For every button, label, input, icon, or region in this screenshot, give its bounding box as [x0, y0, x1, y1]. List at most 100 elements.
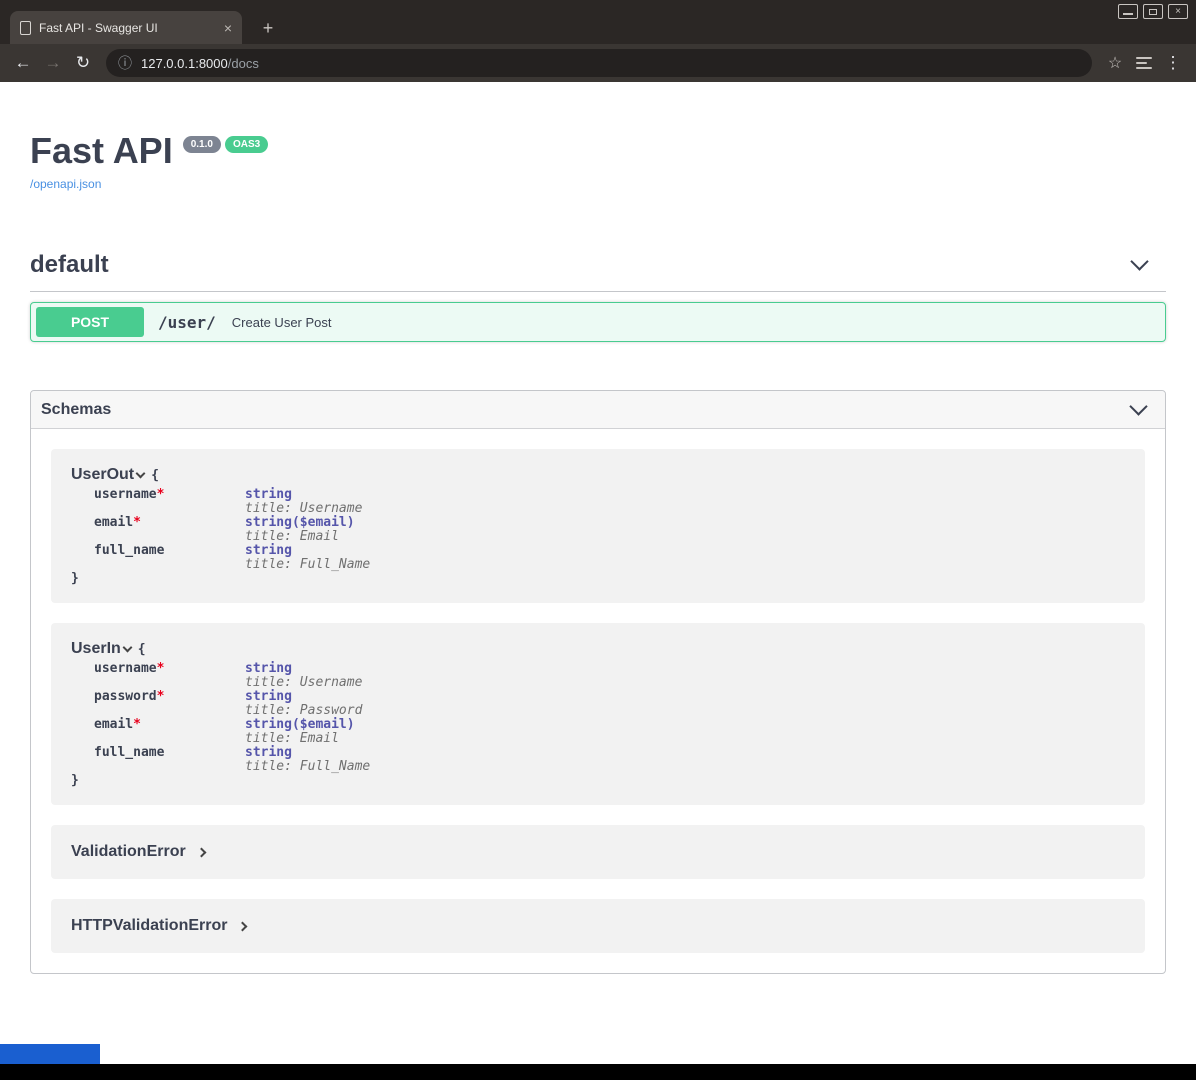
property-name: full_name: [94, 543, 164, 558]
api-info: Fast API 0.1.0 OAS3 /openapi.json: [30, 132, 1166, 193]
browser-toolbar: ← → ↻ ⓘ 127.0.0.1:8000/docs ☆ ⋮: [0, 44, 1196, 82]
model-title: UserIn: [71, 640, 121, 658]
property-title: title: Password: [245, 704, 362, 718]
property-list: username* string title: Username email* …: [71, 488, 1125, 572]
model-userin-header[interactable]: UserIn {: [71, 640, 1125, 658]
property-row: username* string title: Username: [71, 488, 1125, 516]
property-type: string: [245, 690, 362, 704]
opblock-post-user[interactable]: POST /user/ Create User Post: [30, 302, 1166, 342]
required-asterisk: *: [157, 661, 165, 676]
required-asterisk: *: [133, 515, 141, 530]
property-title: title: Full_Name: [245, 760, 370, 774]
info-icon[interactable]: ⓘ: [118, 53, 132, 73]
required-asterisk: *: [157, 487, 165, 502]
tag-section-default[interactable]: default: [30, 251, 1166, 292]
property-type: string: [245, 488, 362, 502]
model-userout-header[interactable]: UserOut {: [71, 466, 1125, 484]
property-name: password: [94, 689, 157, 704]
reload-button[interactable]: ↻: [68, 48, 98, 78]
api-title-row: Fast API 0.1.0 OAS3: [30, 132, 1166, 170]
window-minimize-button[interactable]: [1118, 4, 1138, 19]
chevron-down-icon[interactable]: [136, 469, 146, 479]
kebab-menu-icon[interactable]: ⋮: [1158, 48, 1188, 78]
model-userin: UserIn { username* string title: Usernam…: [51, 623, 1145, 805]
property-name: username: [94, 487, 157, 502]
property-row: email* string($email) title: Email: [71, 516, 1125, 544]
page-title: Fast API: [30, 132, 173, 170]
property-name: email: [94, 515, 133, 530]
window-close-button[interactable]: ×: [1168, 4, 1188, 19]
extensions-icon[interactable]: [1136, 57, 1152, 69]
property-name: username: [94, 661, 157, 676]
open-brace: {: [151, 468, 159, 483]
property-row: username* string title: Username: [71, 662, 1125, 690]
bottom-edge: [0, 1064, 1196, 1080]
page-icon: [20, 21, 31, 35]
new-tab-button[interactable]: +: [254, 14, 282, 42]
close-brace: }: [71, 774, 1125, 788]
back-button[interactable]: ←: [8, 48, 38, 78]
minimize-icon: [1123, 13, 1133, 15]
close-brace: }: [71, 572, 1125, 586]
schemas-title: Schemas: [41, 401, 111, 419]
chevron-right-icon[interactable]: [238, 921, 248, 931]
property-title: title: Email: [245, 732, 355, 746]
schemas-body: UserOut { username* string title: Userna…: [31, 429, 1165, 973]
property-type: string($email): [245, 516, 355, 530]
chevron-right-icon[interactable]: [196, 847, 206, 857]
browser-window: Fast API - Swagger UI × + × ← → ↻ ⓘ 127.…: [0, 0, 1196, 1080]
model-validationerror[interactable]: ValidationError: [51, 825, 1145, 879]
model-title: UserOut: [71, 466, 134, 484]
chevron-down-icon[interactable]: [1129, 397, 1147, 415]
status-bubble: [0, 1044, 100, 1064]
property-type: string: [245, 544, 370, 558]
tag-name: default: [30, 251, 109, 279]
property-row: full_name string title: Full_Name: [71, 746, 1125, 774]
bookmark-star-icon[interactable]: ☆: [1100, 48, 1130, 78]
tab-title: Fast API - Swagger UI: [39, 21, 216, 35]
model-userout: UserOut { username* string title: Userna…: [51, 449, 1145, 603]
open-brace: {: [138, 642, 146, 657]
tab-strip: Fast API - Swagger UI × + ×: [0, 0, 1196, 44]
property-title: title: Email: [245, 530, 355, 544]
property-title: title: Full_Name: [245, 558, 370, 572]
oas3-badge: OAS3: [225, 136, 268, 153]
property-list: username* string title: Username passwor…: [71, 662, 1125, 774]
property-title: title: Username: [245, 502, 362, 516]
address-bar[interactable]: ⓘ 127.0.0.1:8000/docs: [106, 49, 1092, 77]
property-type: string($email): [245, 718, 355, 732]
property-row: full_name string title: Full_Name: [71, 544, 1125, 572]
property-type: string: [245, 662, 362, 676]
tab-close-icon[interactable]: ×: [224, 21, 232, 35]
model-title: HTTPValidationError: [71, 917, 227, 935]
property-type: string: [245, 746, 370, 760]
swagger-ui: Fast API 0.1.0 OAS3 /openapi.json defaul…: [0, 132, 1196, 974]
schemas-section: Schemas UserOut { username*: [30, 390, 1166, 974]
required-asterisk: *: [157, 689, 165, 704]
property-name: full_name: [94, 745, 164, 760]
chevron-down-icon[interactable]: [1130, 252, 1148, 270]
method-badge: POST: [36, 307, 144, 337]
model-httpvalidationerror[interactable]: HTTPValidationError: [51, 899, 1145, 953]
url-text[interactable]: 127.0.0.1:8000/docs: [141, 56, 259, 71]
schemas-header[interactable]: Schemas: [31, 391, 1165, 429]
model-title: ValidationError: [71, 843, 186, 861]
maximize-icon: [1149, 9, 1157, 15]
openapi-link[interactable]: /openapi.json: [30, 177, 101, 191]
browser-tab[interactable]: Fast API - Swagger UI ×: [10, 11, 242, 44]
forward-button[interactable]: →: [38, 48, 68, 78]
endpoint-path: /user/: [158, 313, 216, 332]
url-host: 127.0.0.1:8000: [141, 56, 228, 71]
chevron-down-icon[interactable]: [122, 643, 132, 653]
window-controls: ×: [1118, 4, 1188, 19]
property-name: email: [94, 717, 133, 732]
property-row: email* string($email) title: Email: [71, 718, 1125, 746]
window-maximize-button[interactable]: [1143, 4, 1163, 19]
property-title: title: Username: [245, 676, 362, 690]
required-asterisk: *: [133, 717, 141, 732]
url-path: /docs: [228, 56, 259, 71]
endpoint-summary: Create User Post: [232, 315, 332, 330]
page-content: Fast API 0.1.0 OAS3 /openapi.json defaul…: [0, 82, 1196, 1080]
version-badge: 0.1.0: [183, 136, 221, 153]
property-row: password* string title: Password: [71, 690, 1125, 718]
